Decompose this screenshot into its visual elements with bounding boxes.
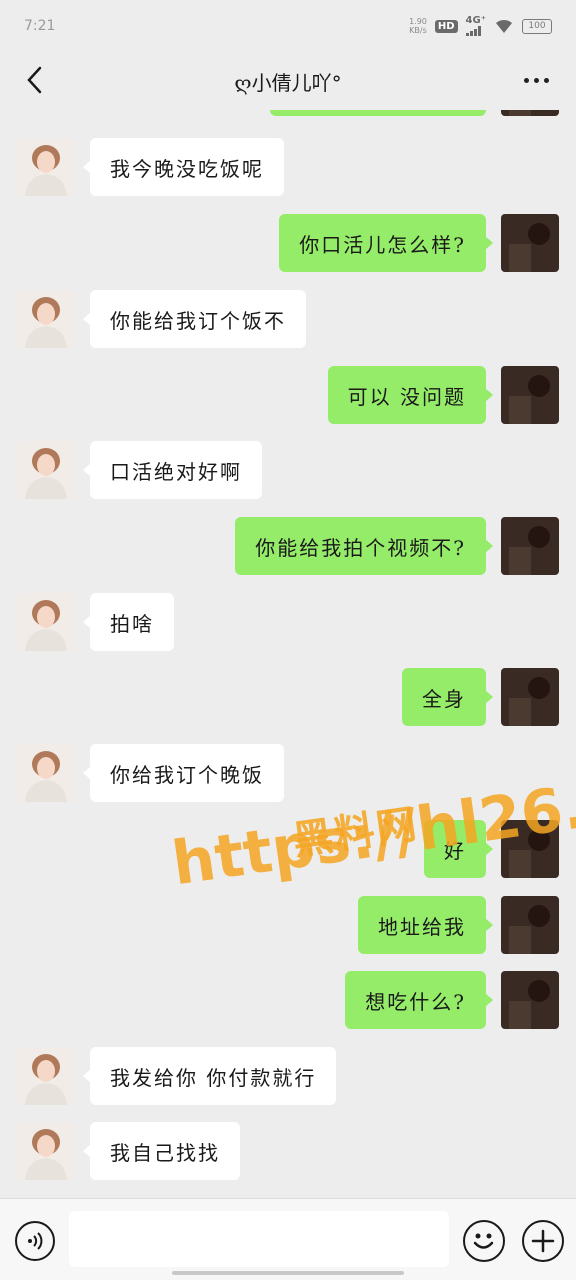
- message-bubble[interactable]: 我今晚没吃饭呢: [83, 138, 284, 196]
- message-bubble[interactable]: 口活绝对好啊: [83, 441, 262, 499]
- message-text: 地址给我: [378, 914, 466, 939]
- avatar-me[interactable]: [501, 214, 559, 272]
- message-row: 我发给你 你付款就行: [0, 1047, 576, 1105]
- message-bubble[interactable]: 全身: [402, 668, 493, 726]
- message-text: 全身: [422, 686, 466, 711]
- plus-icon[interactable]: [522, 1220, 564, 1262]
- message-row: 你口活儿怎么样?: [0, 214, 576, 272]
- message-row: 全身: [0, 668, 576, 726]
- net-speed: 1.90 KB/s: [409, 17, 427, 35]
- message-bubble[interactable]: 地址给我: [358, 896, 493, 954]
- message-text: 好: [444, 838, 466, 863]
- avatar-her[interactable]: [17, 1047, 75, 1105]
- net-speed-value: 1.90: [409, 17, 427, 26]
- message-row: 我今晚没吃饭呢: [0, 138, 576, 196]
- signal-icon: 4G⁺: [465, 15, 486, 36]
- message-row: 可以 没问题: [0, 366, 576, 424]
- hd-badge: HD: [434, 19, 458, 33]
- message-bubble[interactable]: 你给我订个晚饭: [83, 744, 284, 802]
- message-bubble[interactable]: 你能给我订个饭不: [83, 290, 306, 348]
- message-text: 拍啥: [110, 611, 154, 636]
- message-bubble[interactable]: 你口活儿怎么样?: [279, 214, 493, 272]
- avatar-her[interactable]: [17, 138, 75, 196]
- avatar-her[interactable]: [17, 593, 75, 651]
- home-indicator: [172, 1271, 404, 1275]
- message-row: 你给我订个晚饭: [0, 744, 576, 802]
- input-bar: [0, 1198, 576, 1280]
- message-text: 我发给你 你付款就行: [110, 1065, 317, 1090]
- message-row: 地址给我: [0, 896, 576, 954]
- message-text: 口活绝对好啊: [110, 459, 242, 484]
- message-row: 我自己找找: [0, 1122, 576, 1180]
- chat-title: ღ小倩儿吖°: [234, 70, 342, 95]
- message-text: 你给我订个晚饭: [110, 762, 264, 787]
- avatar-me[interactable]: [501, 110, 559, 116]
- avatar-her[interactable]: [17, 1122, 75, 1180]
- avatar-me[interactable]: [501, 896, 559, 954]
- status-bar: 7:21 1.90 KB/s HD 4G⁺ 100: [0, 0, 576, 52]
- message-bubble[interactable]: [270, 110, 486, 116]
- chevron-left-icon[interactable]: [16, 62, 52, 98]
- message-bubble[interactable]: 想吃什么?: [345, 971, 493, 1029]
- chat-header: ღ小倩儿吖°: [0, 52, 576, 110]
- message-bubble[interactable]: 我发给你 你付款就行: [82, 1047, 337, 1105]
- message-bubble[interactable]: 可以 没问题: [327, 366, 494, 424]
- net-speed-unit: KB/s: [409, 26, 427, 35]
- avatar-me[interactable]: [501, 971, 559, 1029]
- status-time: 7:21: [24, 18, 56, 34]
- message-bubble[interactable]: 我自己找找: [83, 1122, 240, 1180]
- message-row: 你能给我订个饭不: [0, 290, 576, 348]
- avatar-me[interactable]: [501, 517, 559, 575]
- message-bubble[interactable]: 你能给我拍个视频不?: [235, 517, 493, 575]
- avatar-her[interactable]: [17, 744, 75, 802]
- status-icons: 1.90 KB/s HD 4G⁺ 100: [409, 16, 552, 36]
- message-row: 口活绝对好啊: [0, 441, 576, 499]
- avatar-her[interactable]: [17, 441, 75, 499]
- message-text: 可以 没问题: [347, 384, 466, 409]
- message-bubble[interactable]: 好: [424, 820, 493, 878]
- message-text: 你能给我拍个视频不?: [255, 535, 466, 560]
- message-text: 我自己找找: [110, 1140, 220, 1165]
- message-list[interactable]: 我今晚没吃饭呢 你口活儿怎么样? 你能给我订个饭不 可以 没问题 口活绝对好啊 …: [0, 110, 576, 1198]
- message-bubble[interactable]: 拍啥: [83, 593, 174, 651]
- emoji-icon[interactable]: [463, 1220, 505, 1262]
- avatar-me[interactable]: [501, 820, 559, 878]
- battery-level: 100: [528, 21, 546, 31]
- message-text: 想吃什么?: [365, 989, 466, 1014]
- network-type: 4G⁺: [465, 15, 486, 26]
- more-dots-icon[interactable]: [516, 62, 556, 98]
- avatar-me[interactable]: [501, 366, 559, 424]
- message-row: 想吃什么?: [0, 971, 576, 1029]
- battery-icon: 100: [522, 18, 552, 34]
- message-row-partial: [0, 110, 576, 116]
- message-row: 拍啥: [0, 593, 576, 651]
- wifi-icon: [496, 19, 512, 33]
- voice-icon[interactable]: [15, 1221, 55, 1261]
- message-input[interactable]: [69, 1211, 449, 1267]
- message-row: 好: [0, 820, 576, 878]
- message-text: 我今晚没吃饭呢: [110, 156, 264, 181]
- avatar-her[interactable]: [17, 290, 75, 348]
- message-row: 你能给我拍个视频不?: [0, 517, 576, 575]
- message-text: 你能给我订个饭不: [110, 308, 286, 333]
- message-text: 你口活儿怎么样?: [299, 232, 466, 257]
- avatar-me[interactable]: [501, 668, 559, 726]
